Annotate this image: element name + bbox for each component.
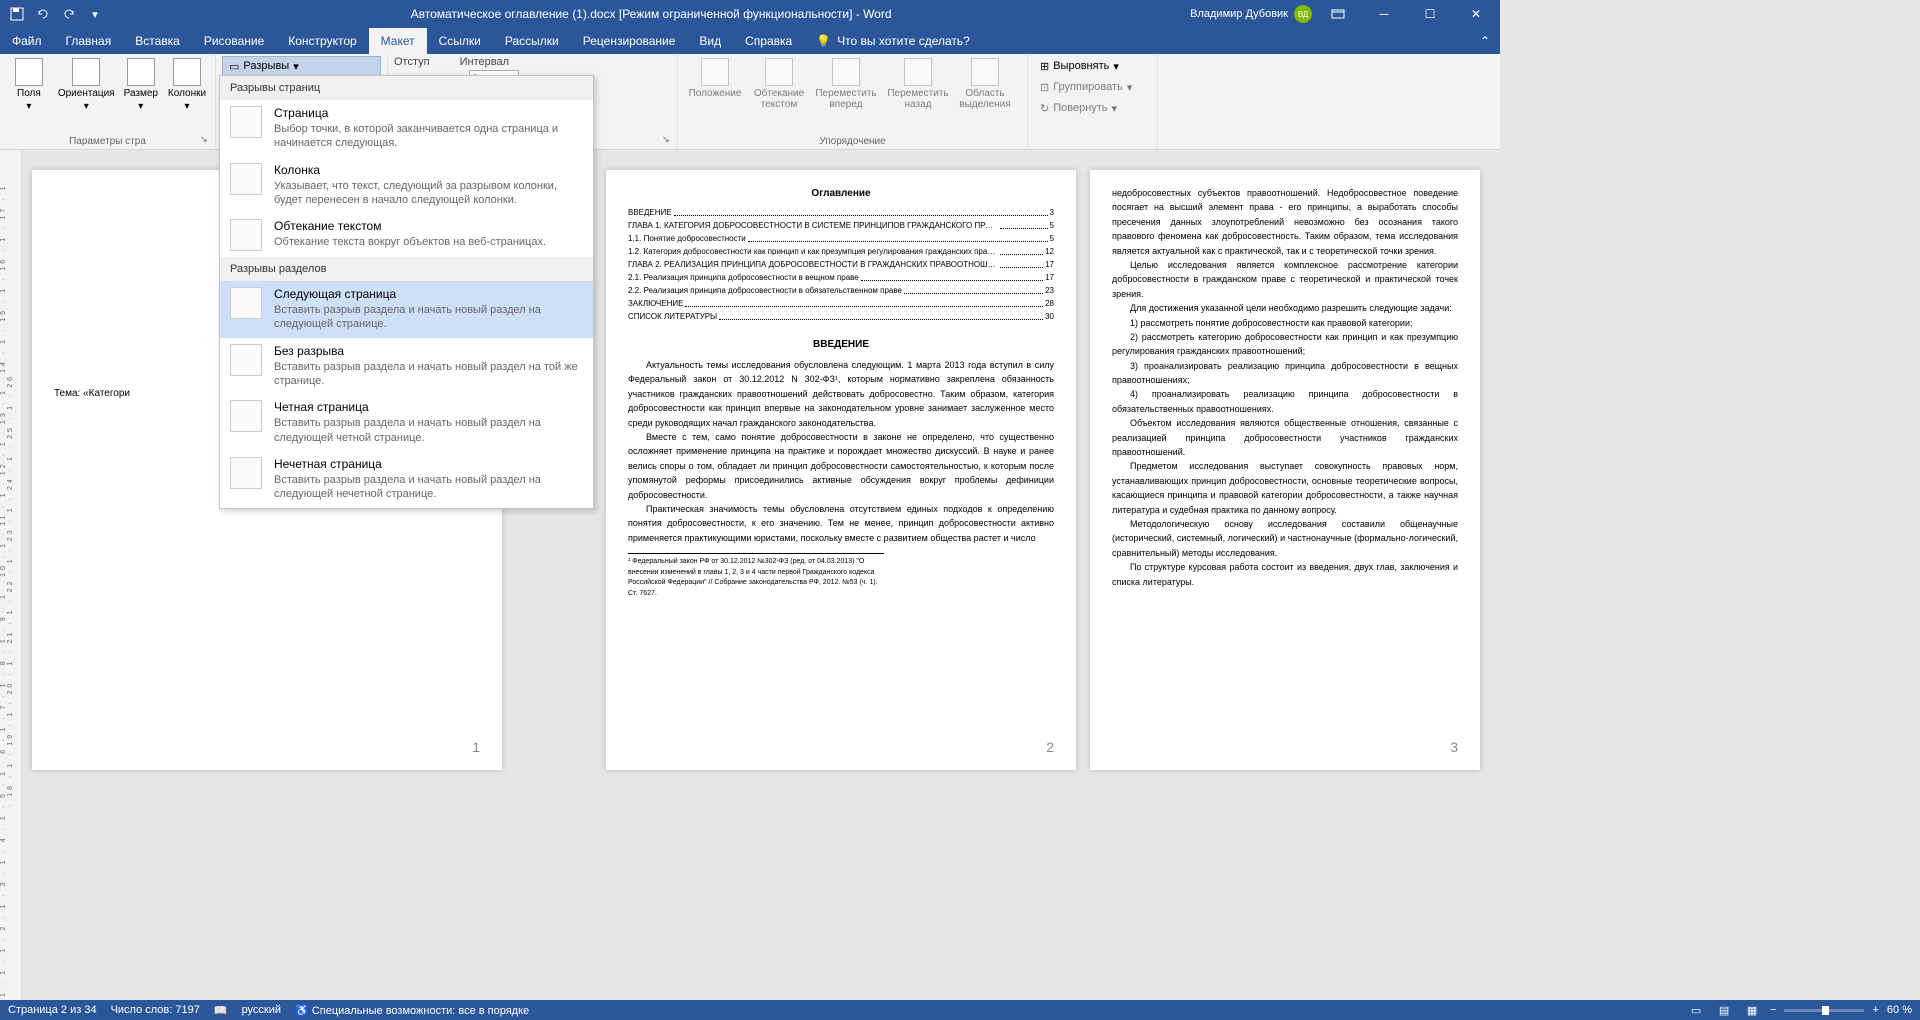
page-number-2: 2 [1046,737,1054,758]
toc-entry: ГЛАВА 1. КАТЕГОРИЯ ДОБРОСОВЕСТНОСТИ В СИ… [628,220,1054,232]
tab-draw[interactable]: Рисование [192,28,276,54]
spellcheck-icon[interactable]: 📖 [214,1004,228,1017]
column-break-icon [230,163,262,195]
page-2[interactable]: Оглавление ВВЕДЕНИЕ3ГЛАВА 1. КАТЕГОРИЯ Д… [606,170,1076,770]
tab-help[interactable]: Справка [733,28,804,54]
continuous-break-icon [230,344,262,376]
tab-references[interactable]: Ссылки [427,28,493,54]
tab-layout[interactable]: Макет [369,28,427,54]
status-language[interactable]: русский [242,1004,281,1016]
view-web-layout[interactable]: ▦ [1742,1002,1762,1018]
textwrap-break-icon [230,219,262,251]
toc-entry: ЗАКЛЮЧЕНИЕ28 [628,298,1054,310]
ribbon: Поля▾ Ориентация▾ Размер▾ Колонки▾ Парам… [0,54,1500,150]
lightbulb-icon: 💡 [816,34,831,48]
tell-me-search[interactable]: 💡 Что вы хотите сделать? [804,34,982,48]
minimize-button[interactable]: ─ [1364,0,1404,28]
page-number-1: 1 [472,737,480,758]
accessibility-status[interactable]: ♿ Специальные возможности: все в порядке [295,1004,529,1017]
toc-entry: 2.1. Реализация принципа добросовестност… [628,272,1054,284]
ribbon-options-button[interactable] [1318,0,1358,28]
user-avatar[interactable]: ВД [1294,5,1312,23]
toc-entry: СПИСОК ЛИТЕРАТУРЫ30 [628,311,1054,323]
page-setup-launcher[interactable]: ↘ [200,134,212,146]
toc-entry: 1.2. Категория добросовестности как прин… [628,246,1054,258]
page-break-icon [230,106,262,138]
titlebar: ▾ Автоматическое оглавление (1).docx [Ре… [0,0,1500,28]
toc-entry: ГЛАВА 2. РЕАЛИЗАЦИЯ ПРИНЦИПА ДОБРОСОВЕСТ… [628,259,1054,271]
break-continuous[interactable]: Без разрываВставить разрыв раздела и нач… [220,338,593,395]
tab-file[interactable]: Файл [0,28,54,54]
collapse-ribbon-button[interactable]: ⌃ [1480,34,1500,48]
save-button[interactable] [6,3,28,25]
zoom-in-button[interactable]: + [1872,1004,1878,1016]
break-odd-page[interactable]: Нечетная страницаВставить разрыв раздела… [220,451,593,508]
vertical-ruler[interactable]: 1 · 1 · 1 · 2 · 1 · 3 · 1 · 4 · 1 · 5 · … [0,150,22,1000]
paragraph-launcher[interactable]: ↘ [662,134,674,146]
toc-entry: 1.1. Понятие добросовестности5 [628,233,1054,245]
break-column[interactable]: КолонкаУказывает, что текст, следующий з… [220,157,593,214]
tab-view[interactable]: Вид [687,28,733,54]
breaks-icon: ▭ [229,60,239,73]
status-words[interactable]: Число слов: 7197 [111,1004,200,1016]
oddpage-break-icon [230,457,262,489]
group-icon: ⊡ [1040,81,1049,94]
rotate-icon: ↻ [1040,102,1049,115]
maximize-button[interactable]: ☐ [1410,0,1450,28]
group-button: ⊡Группировать ▾ [1034,77,1151,97]
status-page[interactable]: Страница 2 из 34 [8,1004,97,1016]
selection-pane-button[interactable]: Область выделения [956,56,1014,112]
breaks-dropdown: Разрывы страниц СтраницаВыбор точки, в к… [219,75,594,509]
tab-design[interactable]: Конструктор [276,28,368,54]
zoom-level[interactable]: 60 % [1887,1004,1912,1016]
nextpage-break-icon [230,287,262,319]
backward-button: Переместить назад [884,56,952,112]
breaks-section-sections: Разрывы разделов [220,257,593,281]
user-name[interactable]: Владимир Дубовик [1190,8,1288,20]
break-page[interactable]: СтраницаВыбор точки, в которой заканчива… [220,100,593,157]
tab-insert[interactable]: Вставка [123,28,192,54]
breaks-section-pages: Разрывы страниц [220,76,593,100]
columns-button[interactable]: Колонки▾ [165,56,209,114]
tab-review[interactable]: Рецензирование [571,28,688,54]
toc-entry: 2.2. Реализация принципа добросовестност… [628,285,1054,297]
page-3[interactable]: недобросовестных субъектов правоотношени… [1090,170,1480,770]
qat-customize[interactable]: ▾ [84,3,106,25]
wrap-button: Обтекание текстом [750,56,808,112]
view-read-mode[interactable]: ▭ [1686,1002,1706,1018]
page-setup-group-label: Параметры стра [0,136,215,147]
break-next-page[interactable]: Следующая страницаВставить разрыв раздел… [220,281,593,338]
tab-mailings[interactable]: Рассылки [493,28,571,54]
break-even-page[interactable]: Четная страницаВставить разрыв раздела и… [220,394,593,451]
menubar: Файл Главная Вставка Рисование Конструкт… [0,28,1500,54]
undo-button[interactable] [32,3,54,25]
arrange-group-label: Упорядочение [678,136,1027,147]
spacing-label: Интервал [460,56,520,68]
breaks-button[interactable]: ▭ Разрывы▾ [222,56,381,76]
window-title: Автоматическое оглавление (1).docx [Режи… [112,7,1190,21]
orientation-button[interactable]: Ориентация▾ [56,56,117,114]
indent-label: Отступ [394,56,430,68]
toc-entry: ВВЕДЕНИЕ3 [628,207,1054,219]
close-button[interactable]: ✕ [1456,0,1496,28]
align-button[interactable]: ⊞Выровнять ▾ [1034,56,1151,76]
break-textwrap[interactable]: Обтекание текстомОбтекание текста вокруг… [220,213,593,257]
redo-button[interactable] [58,3,80,25]
zoom-slider[interactable] [1784,1009,1864,1012]
position-button: Положение [684,56,746,101]
align-icon: ⊞ [1040,60,1049,73]
margins-button[interactable]: Поля▾ [6,56,52,114]
forward-button: Переместить вперед [812,56,880,112]
zoom-out-button[interactable]: − [1770,1004,1776,1016]
page-number-3: 3 [1450,737,1458,758]
size-button[interactable]: Размер▾ [121,56,161,114]
view-print-layout[interactable]: ▤ [1714,1002,1734,1018]
evenpage-break-icon [230,400,262,432]
rotate-button: ↻Повернуть ▾ [1034,98,1151,118]
tab-home[interactable]: Главная [54,28,124,54]
statusbar: Страница 2 из 34 Число слов: 7197 📖 русс… [0,1000,1920,1020]
